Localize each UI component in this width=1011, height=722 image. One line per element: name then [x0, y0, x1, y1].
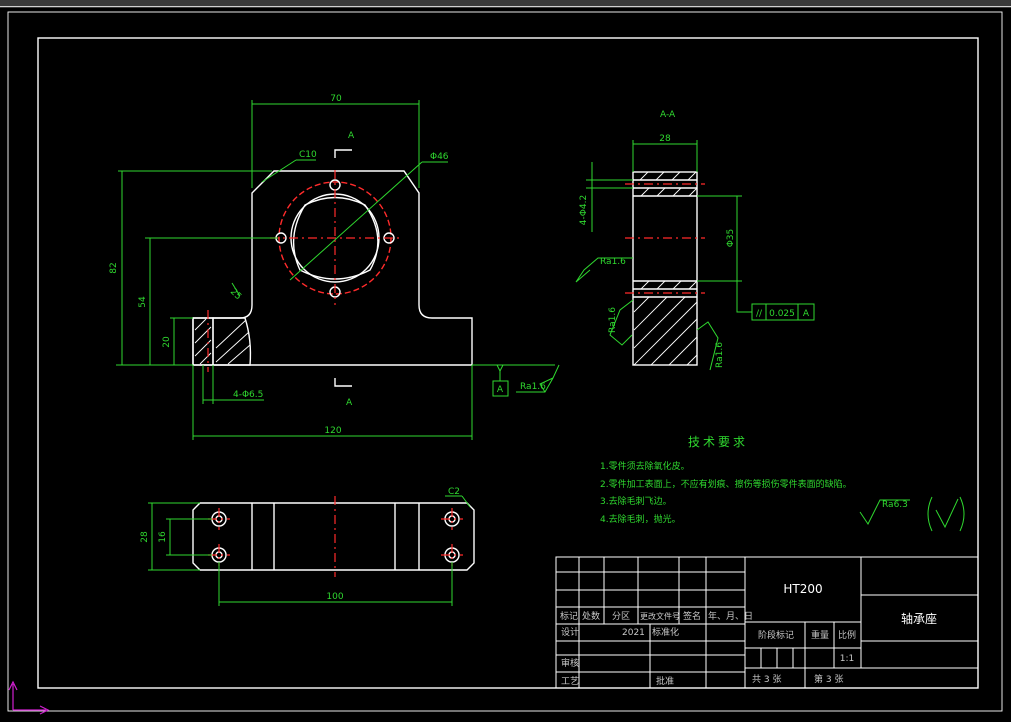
tb-standard-label: 标准化	[652, 626, 679, 638]
tech-item-4: 4.去除毛刺，抛光。	[600, 513, 681, 525]
dim-chamfer-c10: C10	[299, 150, 317, 160]
tb-total-sheets: 共 3 张	[752, 674, 781, 685]
section-outline	[632, 171, 698, 366]
tb-h-date: 年、月、日	[708, 610, 753, 622]
tb-h-mark: 标记	[560, 610, 578, 622]
section-ra-left-bottom: Ra1.6	[608, 307, 618, 333]
top-dim-16: 16	[158, 531, 168, 543]
drawing-canvas[interactable]: 70 C10 Φ46 82 54 20 25 4-Φ6.5 120 A A A …	[0, 0, 1011, 722]
tb-design-label: 设计	[561, 626, 579, 638]
section-mark-top	[334, 149, 352, 158]
tech-item-3: 3.去除毛刺飞边。	[600, 495, 672, 507]
outer-border	[7, 11, 1003, 712]
section-tol-leader	[736, 281, 752, 313]
front-base-cut	[212, 317, 252, 366]
dim-angle: 25	[228, 287, 243, 302]
general-roughness-paren-r	[959, 496, 965, 532]
tb-h-count: 处数	[582, 610, 600, 622]
ucs-icon	[8, 680, 50, 715]
dim-height-54: 54	[138, 296, 148, 308]
tech-item-1: 1.零件须去除氧化皮。	[600, 460, 690, 472]
drawing-frame	[37, 37, 979, 689]
dim-height-82: 82	[109, 262, 119, 273]
tb-stage-label: 阶段标记	[758, 629, 794, 641]
general-roughness-text: Ra6.3	[882, 500, 908, 510]
front-view: 70 C10 Φ46 82 54 20 25 4-Φ6.5 120 A A A …	[109, 94, 560, 440]
top-dim-28: 28	[140, 531, 150, 543]
general-roughness-paren-l	[927, 496, 933, 532]
front-roughness-text: Ra1.6	[520, 382, 546, 392]
tb-design-year: 2021	[622, 628, 645, 638]
section-label-top: A	[348, 131, 355, 141]
tb-scale-label: 比例	[838, 629, 856, 641]
datum-triangle	[496, 364, 504, 373]
tb-review-label: 审核	[561, 657, 579, 669]
top-outline	[192, 502, 475, 571]
section-tol-datum: A	[803, 309, 810, 319]
tb-scale-value: 1:1	[840, 654, 854, 664]
section-hatch	[633, 171, 698, 366]
section-title: A-A	[660, 110, 676, 120]
tech-requirements: 技术要求 1.零件须去除氧化皮。 2.零件加工表面上，不应有划痕、擦伤等损伤零件…	[600, 435, 965, 532]
top-dim-100: 100	[326, 592, 343, 602]
tb-process-label: 工艺	[561, 676, 579, 687]
section-tol-value: 0.025	[769, 309, 795, 319]
section-dim-35: Φ35	[726, 229, 736, 248]
section-mark-bottom	[334, 378, 352, 387]
front-body-outline	[192, 170, 473, 366]
tb-h-zone: 分区	[612, 611, 630, 622]
section-label-bottom: A	[346, 398, 353, 408]
bore-leader	[289, 161, 423, 281]
tech-title: 技术要求	[688, 435, 748, 449]
tb-material: HT200	[783, 582, 822, 596]
top-dim-chamfer: C2	[448, 487, 460, 497]
dim-top-width: 70	[330, 94, 342, 104]
tb-h-docno: 更改文件号	[640, 611, 680, 621]
front-base-hatch	[194, 318, 251, 365]
dim-bore-46: Φ46	[430, 152, 449, 162]
datum-letter: A	[497, 385, 504, 395]
top-chamfer-leader	[461, 495, 471, 508]
general-roughness-check	[935, 498, 959, 529]
tb-weight-label: 重量	[811, 629, 829, 641]
top-view: C2 28 16 100	[140, 487, 475, 606]
section-dim-holes: 4-Φ4.2	[579, 195, 589, 225]
tech-item-2: 2.零件加工表面上，不应有划痕、擦伤等损伤零件表面的缺陷。	[600, 478, 852, 490]
dim-base-20: 20	[162, 336, 172, 348]
dim-bolt-holes: 4-Φ6.5	[233, 390, 263, 400]
section-ra-right: Ra1.6	[715, 342, 725, 368]
tb-part-name: 轴承座	[901, 611, 937, 626]
section-view: A-A // 0.025 A 28 4-Φ4.2 Φ35 Ra1.6 Ra1.6…	[575, 110, 815, 371]
section-dim-28: 28	[659, 134, 671, 144]
section-ra-left-top: Ra1.6	[600, 257, 626, 267]
section-tol-symbol: //	[756, 309, 763, 319]
tb-h-sign: 签名	[683, 610, 701, 622]
dim-base-120: 120	[324, 426, 341, 436]
tb-sheet-no: 第 3 张	[814, 673, 843, 685]
tb-approve-label: 批准	[656, 675, 674, 687]
